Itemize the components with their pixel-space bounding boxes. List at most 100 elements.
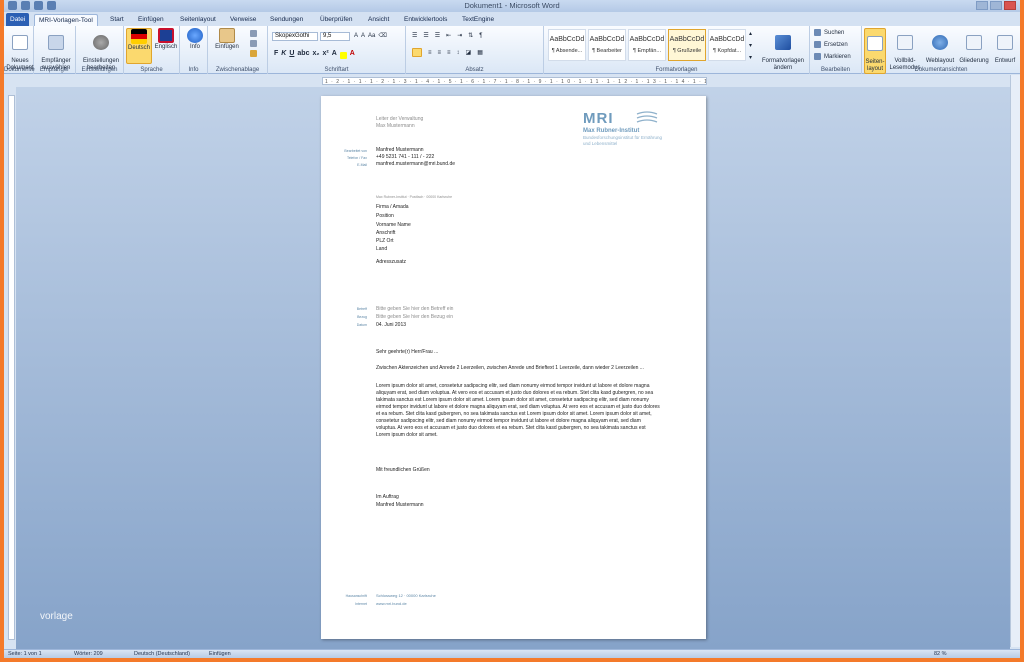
style-absender[interactable]: AaBbCcDd ¶ Absende... [548, 29, 586, 61]
info-label: Info [189, 44, 200, 50]
status-language[interactable]: Deutsch (Deutschland) [134, 651, 190, 657]
label-telefon: Telefon / Fax [346, 156, 367, 160]
date-field[interactable]: 04. Juni 2013 [376, 322, 406, 328]
font-color-icon[interactable]: A [350, 50, 355, 59]
status-words[interactable]: Wörter: 209 [74, 651, 103, 657]
tab-ueberpruefen[interactable]: Überprüfen [316, 14, 357, 26]
borders-icon[interactable]: ▦ [477, 49, 483, 56]
group-dokumentansichten: Seiten- layout Vollbild- Lesemodus Webla… [862, 26, 1020, 74]
edit-settings-button[interactable]: Einstellungen bearbeiten [78, 28, 124, 72]
logo-mri: MRI [583, 110, 614, 127]
english-button[interactable]: Englisch [153, 28, 179, 51]
copy-icon[interactable] [250, 40, 257, 47]
change-styles-button[interactable]: Formatvorlagen ändern [758, 28, 808, 72]
salutation: Sehr geehrte(r) Herr/Frau ... [376, 349, 439, 355]
close-icon[interactable] [1004, 1, 1016, 10]
style-preview: AaBbCcDd [629, 36, 665, 43]
tab-mri-vorlagen-tool[interactable]: MRI-Vorlagen-Tool [34, 14, 98, 26]
align-right-icon[interactable]: ≡ [438, 50, 442, 56]
gear-icon [93, 35, 109, 50]
status-mode[interactable]: Einfügen [209, 651, 231, 657]
tab-textengine[interactable]: TextEngine [458, 14, 498, 26]
tab-start[interactable]: Start [106, 14, 128, 26]
multilevel-list-icon[interactable]: ☰ [435, 32, 440, 39]
maximize-icon[interactable] [990, 1, 1002, 10]
chevron-down-icon[interactable]: ▾ [749, 42, 752, 49]
status-zoom[interactable]: 82 % [934, 651, 947, 657]
letter-page[interactable]: Leiter der Verwaltung Max Mustermann Bea… [321, 96, 706, 639]
tab-ansicht[interactable]: Ansicht [364, 14, 393, 26]
format-painter-icon[interactable] [250, 50, 257, 57]
tab-seitenlayout[interactable]: Seitenlayout [176, 14, 220, 26]
outline-icon [966, 35, 982, 50]
tab-entwicklertools[interactable]: Entwicklertools [400, 14, 451, 26]
select-button[interactable]: Markieren [814, 53, 851, 60]
view-outline[interactable]: Gliederung [957, 28, 991, 65]
footer-website: www.mri.bund.de [376, 601, 407, 606]
clear-format-icon[interactable]: ⌫ [378, 32, 386, 39]
align-left-icon[interactable] [412, 48, 422, 57]
justify-icon[interactable]: ≡ [447, 50, 451, 56]
decrease-indent-icon[interactable]: ⇤ [446, 32, 451, 39]
style-empfaenger[interactable]: AaBbCcDd ¶ Empfän... [628, 29, 666, 61]
find-button[interactable]: Suchen [814, 29, 844, 36]
vertical-scrollbar[interactable] [1010, 75, 1020, 647]
sort-icon[interactable]: ⇅ [468, 32, 473, 39]
style-kopfdaten[interactable]: AaBbCcDd ¶ Kopfdat... [708, 29, 746, 61]
tab-verweise[interactable]: Verweise [226, 14, 260, 26]
tab-datei[interactable]: Datei [6, 13, 30, 26]
line-spacing-icon[interactable]: ↕ [457, 50, 460, 56]
shrink-font-icon[interactable]: A [361, 33, 365, 39]
vertical-ruler[interactable] [8, 95, 15, 640]
tab-sendungen[interactable]: Sendungen [266, 14, 307, 26]
underline-icon[interactable]: U [289, 50, 294, 59]
font-name-select[interactable]: SkopexGothi [272, 32, 318, 41]
bullets-icon[interactable]: ☰ [412, 32, 417, 39]
document-area: vorlage Leiter der Verwaltung Max Muster… [16, 87, 1010, 649]
style-bearbeiter[interactable]: AaBbCcDd ¶ Bearbeiter [588, 29, 626, 61]
view-draft[interactable]: Entwurf [992, 28, 1018, 65]
info-button[interactable]: Info [184, 28, 206, 51]
horizontal-ruler[interactable]: 1·2·1·1·1·2·1·3·1·4·1·5·1·6·1·7·1·8·1·9·… [322, 77, 707, 85]
select-recipient-button[interactable]: Empfänger auswählen [37, 28, 75, 72]
german-button[interactable]: Deutsch [126, 28, 152, 64]
group-schriftart: SkopexGothi 9,5 A A Aa ⌫ F K U abc x₂ x²… [268, 26, 406, 74]
change-case-icon[interactable]: Aa [368, 33, 375, 39]
style-grusszeile[interactable]: AaBbCcDd ¶ Grußzeile [668, 29, 706, 61]
tab-einfuegen[interactable]: Einfügen [134, 14, 168, 26]
increase-indent-icon[interactable]: ⇥ [457, 32, 462, 39]
group-label: Zwischenablage [215, 67, 260, 73]
paste-button[interactable]: Einfügen [212, 28, 242, 51]
status-page[interactable]: Seite: 1 von 1 [8, 651, 42, 657]
numbering-icon[interactable]: ☰ [423, 32, 428, 39]
shading-icon[interactable]: ◪ [466, 49, 472, 56]
group-info: Info Info [180, 26, 208, 74]
signature-role: Im Auftrag [376, 494, 399, 500]
text-effects-icon[interactable]: A [332, 50, 337, 59]
label-email: E-Mail [357, 163, 367, 167]
cut-icon[interactable] [250, 30, 257, 37]
replace-button[interactable]: Ersetzen [814, 41, 848, 48]
grow-font-icon[interactable]: A [354, 33, 358, 39]
subject-field[interactable]: Bitte geben Sie hier den Betreff ein [376, 306, 453, 312]
font-size-select[interactable]: 9,5 [320, 32, 350, 41]
view-full-screen-reading[interactable]: Vollbild- Lesemodus [888, 28, 922, 72]
subscript-icon[interactable]: x₂ [312, 50, 319, 59]
strikethrough-icon[interactable]: abc [297, 50, 309, 59]
minimize-icon[interactable] [976, 1, 988, 10]
reference-field[interactable]: Bitte geben Sie hier den Bezug ein [376, 314, 453, 320]
style-name: ¶ Grußzeile [672, 48, 702, 54]
italic-icon[interactable]: K [281, 50, 286, 59]
group-label: Bearbeiten [820, 67, 851, 73]
highlight-icon[interactable] [339, 52, 347, 59]
new-document-button[interactable]: Neues Dokument [6, 28, 34, 72]
chevron-up-icon[interactable]: ▴ [749, 30, 752, 37]
clipboard-small-actions [250, 30, 257, 57]
view-web-layout[interactable]: Weblayout [924, 28, 956, 65]
pilcrow-icon[interactable]: ¶ [479, 33, 482, 39]
bold-icon[interactable]: F [274, 50, 278, 59]
styles-more-icon[interactable]: ▾ [749, 54, 752, 61]
superscript-icon[interactable]: x² [322, 50, 328, 59]
recipient-line: PLZ Ort [376, 238, 394, 244]
align-center-icon[interactable]: ≡ [428, 50, 432, 56]
